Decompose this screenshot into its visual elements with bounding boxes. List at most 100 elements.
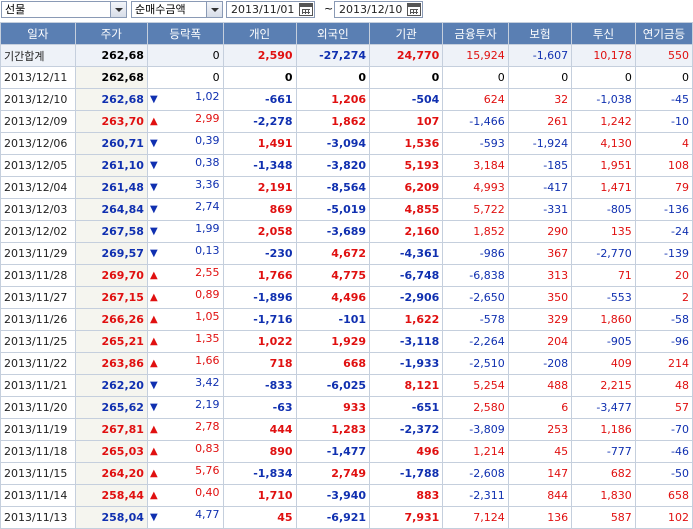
institution-cell: -1,933 xyxy=(369,352,444,375)
insurance-cell: -208 xyxy=(507,352,573,375)
table-row[interactable]: 2013/12/06 260,71 ▼ 0,39 1,491 -3,094 1,536 -59… xyxy=(0,132,693,155)
table-row[interactable]: 2013/12/02 267,58 ▼ 1,99 2,058 -3,689 2,160 1,8… xyxy=(0,220,693,243)
arrow-up-icon: ▲ xyxy=(149,467,158,479)
change-value: 0 xyxy=(212,71,220,84)
pension-cell: 57 xyxy=(634,396,693,419)
price-cell: 262,68 xyxy=(74,88,148,111)
change-value: 1,35 xyxy=(195,331,220,345)
table-row[interactable]: 2013/11/29 269,57 ▼ 0,13 -230 4,672 -4,361 -986… xyxy=(0,242,693,265)
table-row[interactable]: 2013/11/18 265,03 ▲ 0,83 890 -1,477 496 1,214 45… xyxy=(0,440,693,463)
arrow-down-icon: ▼ xyxy=(149,137,158,149)
table-row[interactable]: 2013/12/03 264,84 ▼ 2,74 869 -5,019 4,855 5,722… xyxy=(0,198,693,221)
calendar-icon[interactable] xyxy=(299,3,313,16)
column-header[interactable]: 연기금등 xyxy=(634,22,693,45)
trust-cell: 4,130 xyxy=(571,132,636,155)
price-cell: 262,68 xyxy=(74,66,148,89)
change-cell: ▲ 5,76 xyxy=(146,462,224,485)
column-header[interactable]: 일자 xyxy=(0,22,76,45)
change-value: 3,42 xyxy=(195,375,220,389)
arrow-up-icon: ▲ xyxy=(149,313,158,325)
change-cell: 0 xyxy=(146,66,224,89)
foreign-cell: -6,025 xyxy=(295,374,371,397)
individual-cell: 869 xyxy=(222,198,297,221)
institution-cell: -4,361 xyxy=(369,242,444,265)
summary-row[interactable]: 기간합계 262,68 0 2,590 -27,274 24,770 15,924 -1,60… xyxy=(0,44,693,67)
insurance-cell: 253 xyxy=(507,418,573,441)
column-header[interactable]: 외국인 xyxy=(295,22,371,45)
price-cell: 265,21 xyxy=(74,330,148,353)
table-row[interactable]: 2013/12/10 262,68 ▼ 1,02 -661 1,206 -504 624 32-… xyxy=(0,88,693,111)
date-from-field[interactable]: 2013/11/01 xyxy=(226,1,315,18)
individual-cell: 1,766 xyxy=(222,264,297,287)
fin-invest-cell: 0 xyxy=(442,66,509,89)
insurance-cell: 488 xyxy=(507,374,573,397)
chevron-down-icon[interactable] xyxy=(206,2,222,17)
foreign-cell: -5,019 xyxy=(295,198,371,221)
investor-flow-table: 일자 주가 등락폭 개인 외국인 기관 금융투자 보험 투신 연기금등 기간합계 262,68 0 2,… xyxy=(0,22,693,529)
fin-invest-cell: 5,254 xyxy=(442,374,509,397)
column-header[interactable]: 투신 xyxy=(571,22,636,45)
change-value: 0,13 xyxy=(195,243,220,257)
table-row[interactable]: 2013/11/22 263,86 ▲ 1,66 718 668 -1,933 -2,510-… xyxy=(0,352,693,375)
insurance-cell: 313 xyxy=(507,264,573,287)
institution-cell: 1,622 xyxy=(369,308,444,331)
foreign-cell: -101 xyxy=(295,308,371,331)
individual-cell: 718 xyxy=(222,352,297,375)
change-cell: ▼ 0,39 xyxy=(146,132,224,155)
column-header[interactable]: 주가 xyxy=(74,22,148,45)
fin-invest-cell: 7,124 xyxy=(442,506,509,529)
trust-cell: 1,186 xyxy=(571,418,636,441)
column-header[interactable]: 기관 xyxy=(369,22,444,45)
foreign-cell: -3,689 xyxy=(295,220,371,243)
column-header[interactable]: 금융투자 xyxy=(442,22,509,45)
institution-cell: 107 xyxy=(369,110,444,133)
foreign-cell: 1,283 xyxy=(295,418,371,441)
table-row[interactable]: 2013/11/26 266,26 ▲ 1,05 -1,716 -101 1,622 -578… xyxy=(0,308,693,331)
table-row[interactable]: 2013/12/11 262,68 0 0 0 0 0 0 0 0 xyxy=(0,66,693,89)
arrow-up-icon: ▲ xyxy=(149,423,158,435)
individual-cell: 890 xyxy=(222,440,297,463)
pension-cell: -46 xyxy=(634,440,693,463)
arrow-up-icon: ▲ xyxy=(149,335,158,347)
table-header: 일자 주가 등락폭 개인 외국인 기관 금융투자 보험 투신 연기금등 xyxy=(0,22,693,45)
individual-cell: 2,058 xyxy=(222,220,297,243)
table-row[interactable]: 2013/11/20 265,62 ▼ 2,19 -63 933 -651 2,580 6 -3,… xyxy=(0,396,693,419)
fin-invest-cell: -3,809 xyxy=(442,418,509,441)
insurance-cell: -1,607 xyxy=(507,44,573,67)
chevron-down-icon[interactable] xyxy=(110,2,126,17)
trust-cell: 1,860 xyxy=(571,308,636,331)
change-cell: ▼ 0,13 xyxy=(146,242,224,265)
institution-cell: 1,536 xyxy=(369,132,444,155)
table-row[interactable]: 2013/12/04 261,48 ▼ 3,36 2,191 -8,564 6,209 4,9… xyxy=(0,176,693,199)
institution-cell: -651 xyxy=(369,396,444,419)
date-cell: 2013/11/20 xyxy=(0,396,76,419)
table-row[interactable]: 2013/11/19 267,81 ▲ 2,78 444 1,283 -2,372 -3,80… xyxy=(0,418,693,441)
institution-cell: -3,118 xyxy=(369,330,444,353)
market-select[interactable]: 선물 xyxy=(1,1,127,18)
table-row[interactable]: 2013/11/15 264,20 ▲ 5,76 -1,834 2,749 -1,788 -2… xyxy=(0,462,693,485)
arrow-down-icon: ▼ xyxy=(149,225,158,237)
pension-cell: -70 xyxy=(634,418,693,441)
column-header[interactable]: 개인 xyxy=(222,22,297,45)
price-cell: 258,04 xyxy=(74,506,148,529)
date-cell: 2013/12/04 xyxy=(0,176,76,199)
column-header[interactable]: 보험 xyxy=(507,22,573,45)
date-to-field[interactable]: 2013/12/10 xyxy=(334,1,423,18)
individual-cell: 1,491 xyxy=(222,132,297,155)
institution-cell: -2,372 xyxy=(369,418,444,441)
table-row[interactable]: 2013/11/25 265,21 ▲ 1,35 1,022 1,929 -3,118 -2,… xyxy=(0,330,693,353)
institution-cell: 6,209 xyxy=(369,176,444,199)
change-value: 2,78 xyxy=(195,419,220,433)
column-header[interactable]: 등락폭 xyxy=(146,22,224,45)
table-row[interactable]: 2013/11/13 258,04 ▼ 4,77 45 -6,921 7,931 7,124 1… xyxy=(0,506,693,529)
table-row[interactable]: 2013/11/21 262,20 ▼ 3,42 -833 -6,025 8,121 5,25… xyxy=(0,374,693,397)
toolbar: 선물 순매수금액 2013/11/01 ~ 2013/12/10 xyxy=(0,0,693,22)
pension-cell: 2 xyxy=(634,286,693,309)
table-row[interactable]: 2013/12/09 263,70 ▲ 2,99 -2,278 1,862 107 -1,46… xyxy=(0,110,693,133)
table-row[interactable]: 2013/12/05 261,10 ▼ 0,38 -1,348 -3,820 5,193 3,… xyxy=(0,154,693,177)
mode-select[interactable]: 순매수금액 xyxy=(131,1,223,18)
table-row[interactable]: 2013/11/28 269,70 ▲ 2,55 1,766 4,775 -6,748 -6,… xyxy=(0,264,693,287)
table-row[interactable]: 2013/11/27 267,15 ▲ 0,89 -1,896 4,496 -2,906 -2… xyxy=(0,286,693,309)
calendar-icon[interactable] xyxy=(407,3,421,16)
pension-cell: 20 xyxy=(634,264,693,287)
